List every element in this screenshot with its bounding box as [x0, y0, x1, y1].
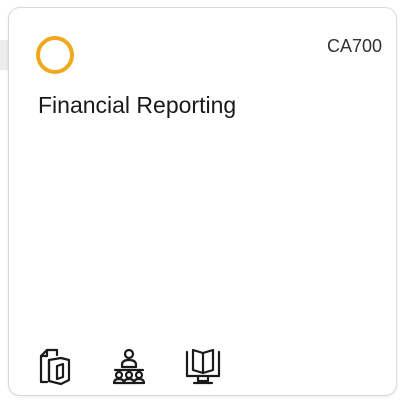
- page: CA700 Financial Reporting: [0, 0, 405, 404]
- documents-icon: [35, 346, 75, 386]
- course-format-icons: [35, 346, 223, 386]
- course-code: CA700: [326, 36, 382, 56]
- course-title: Financial Reporting: [38, 92, 237, 118]
- group-learning-icon: [109, 346, 149, 386]
- status-ring-icon: [36, 36, 74, 74]
- course-card[interactable]: CA700 Financial Reporting: [8, 7, 397, 396]
- online-book-icon: [183, 346, 223, 386]
